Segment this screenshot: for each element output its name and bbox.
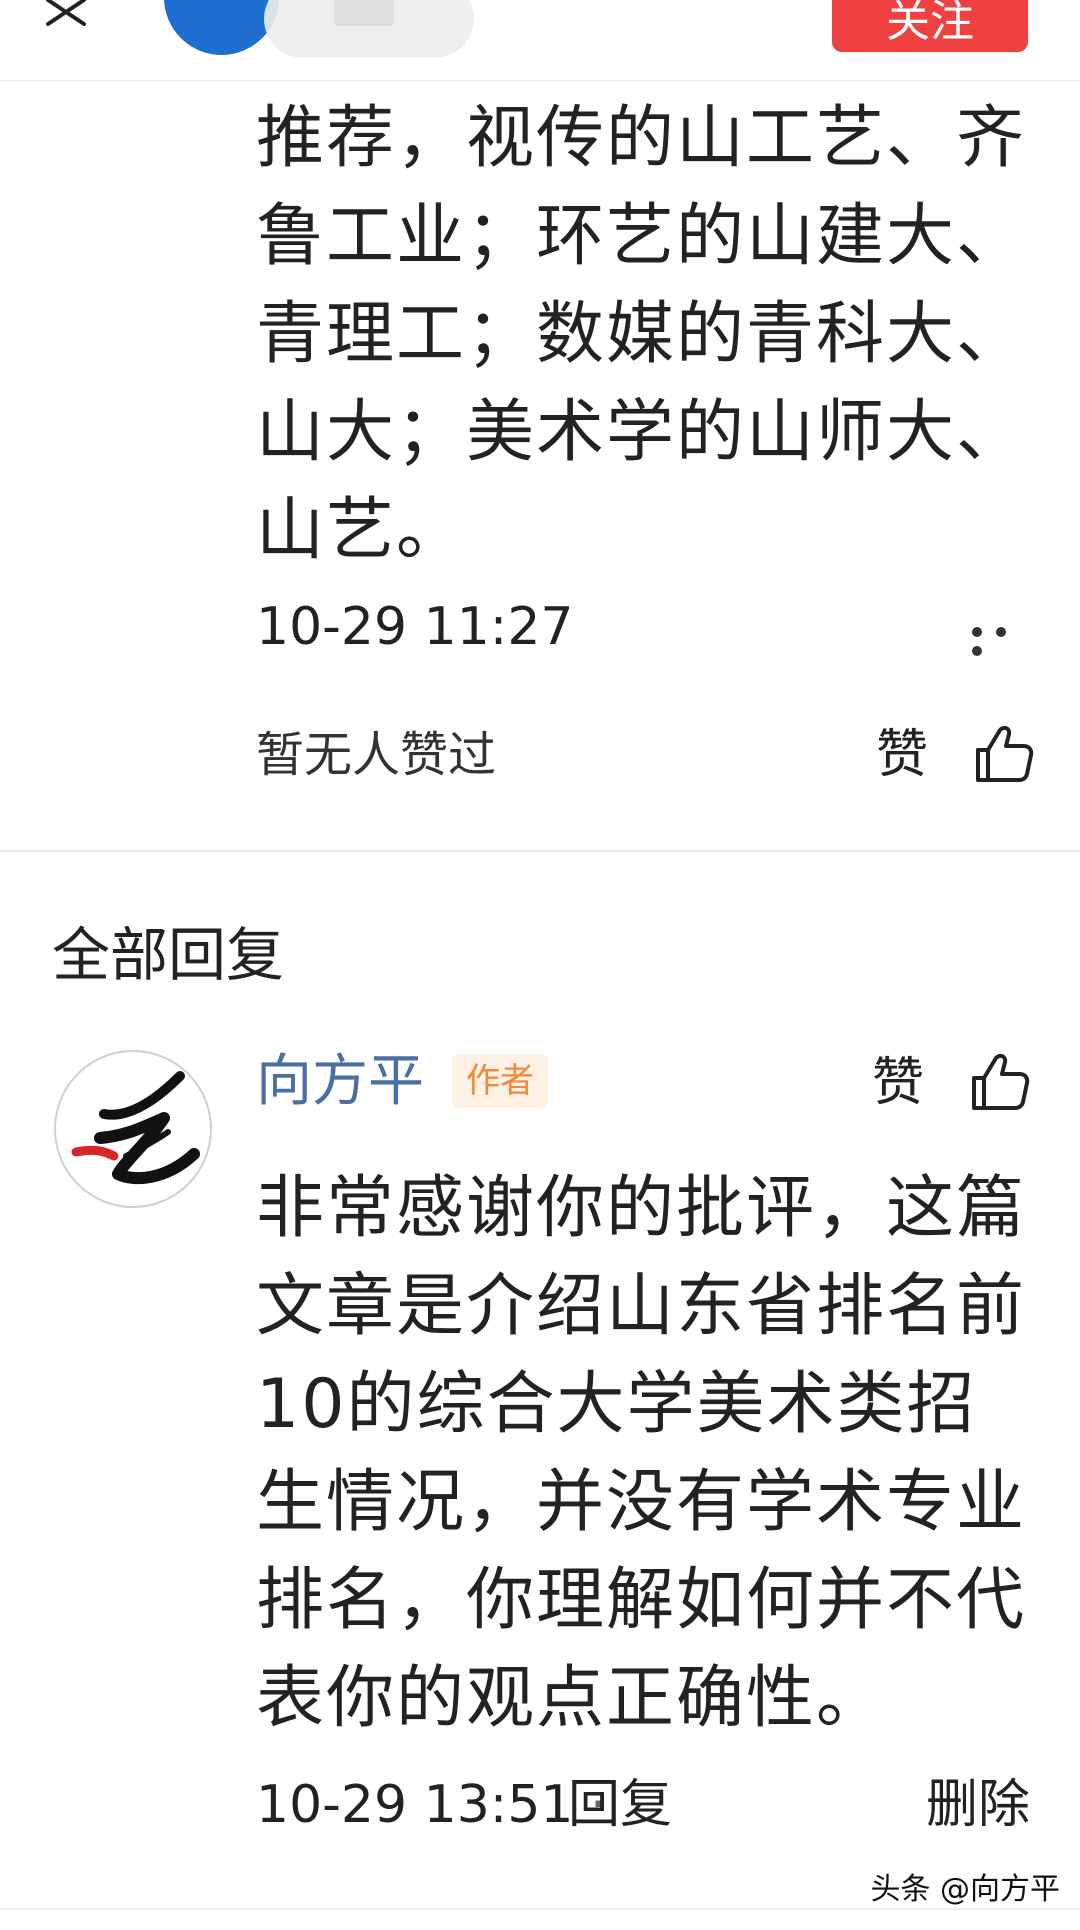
replies-heading: 全部回复 xyxy=(52,921,285,989)
commenter-name-blurred xyxy=(264,0,474,58)
follow-button[interactable]: 关注 xyxy=(832,0,1028,52)
author-badge: 作者 xyxy=(452,1054,548,1108)
divider xyxy=(0,1908,1080,1910)
like-label: 赞 xyxy=(876,725,929,785)
likes-summary: 暂无人赞过 xyxy=(256,727,497,783)
calligraphy-logo-icon xyxy=(71,1071,200,1185)
section-divider xyxy=(0,850,1080,852)
more-icon[interactable] xyxy=(972,622,1036,656)
thumbs-up-icon xyxy=(972,1053,1030,1110)
reply-timestamp: 10-29 13:51 · xyxy=(256,1775,607,1835)
like-button[interactable]: 赞 xyxy=(876,718,1036,792)
comment-timestamp: 10-29 11:27 xyxy=(256,597,574,657)
comment-meta: 10-29 11:27 xyxy=(256,592,1036,662)
reply-text: 非常感谢你的批评，这篇文章是介绍山东省排名前10的综合大学美术类招生情况，并没有… xyxy=(256,1169,1027,1738)
top-bar: 关注 xyxy=(0,0,1080,80)
author-avatar[interactable] xyxy=(54,1050,212,1208)
reply-button[interactable]: 回复 xyxy=(568,1770,672,1840)
reply-like-button[interactable]: 赞 xyxy=(872,1046,1032,1120)
reply-meta: 10-29 13:51 · 回复 删除 xyxy=(256,1770,1036,1840)
comment-like-row: 暂无人赞过 赞 xyxy=(256,718,1036,792)
divider xyxy=(0,80,1080,82)
comment-text: 推荐，视传的山工艺、齐鲁工业；环艺的山建大、青理工；数媒的青科大、山大；美术学的… xyxy=(256,99,1027,570)
thumbs-up-icon xyxy=(976,725,1034,782)
watermark: 头条 @向方平 xyxy=(870,1872,1060,1907)
delete-button[interactable]: 删除 xyxy=(926,1770,1030,1840)
comment-detail-page: 关注 推荐，视传的山工艺、齐鲁工业；环艺的山建大、青理工；数媒的青科大、山大；美… xyxy=(0,0,1080,1930)
like-label: 赞 xyxy=(872,1053,925,1113)
close-icon[interactable] xyxy=(44,0,94,28)
reply-author-name[interactable]: 向方平 xyxy=(256,1042,424,1122)
commenter-avatar[interactable] xyxy=(164,0,279,55)
